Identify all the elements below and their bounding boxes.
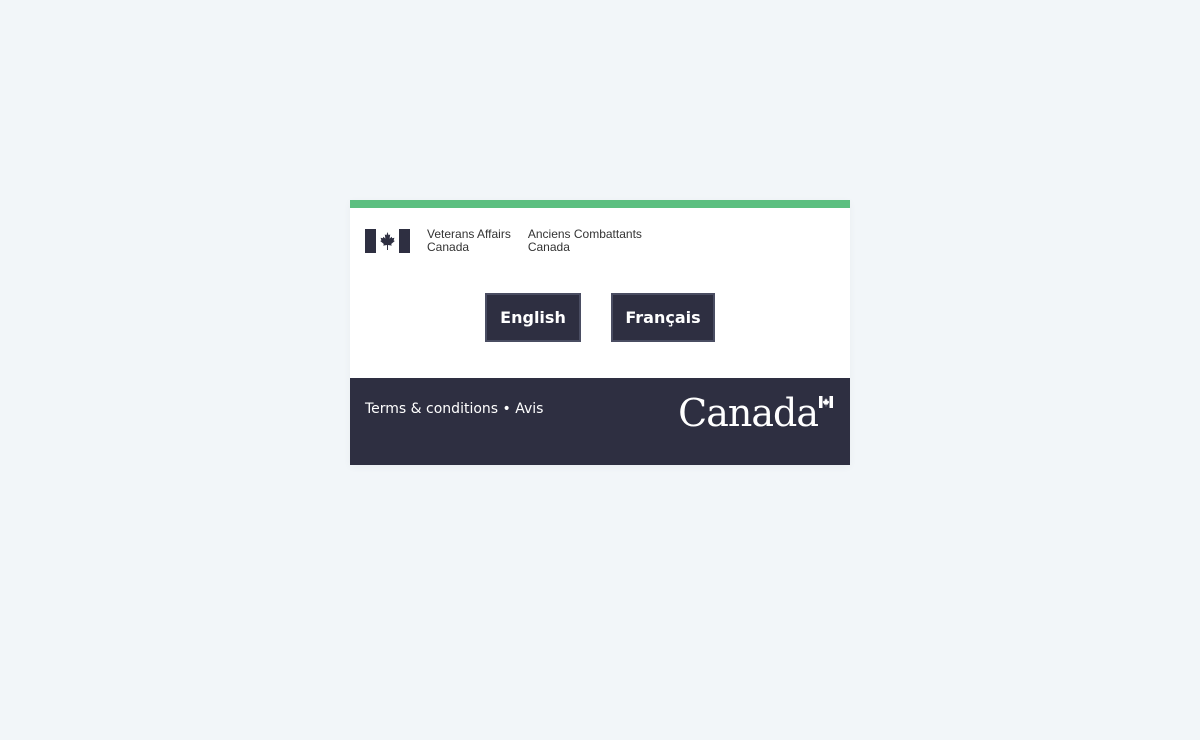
signature-french-line2: Canada xyxy=(527,240,570,254)
signature-english: Veterans Affairs Canada xyxy=(427,228,511,254)
signature-english-line2: Canada xyxy=(427,240,470,254)
government-signature: Veterans Affairs Canada Anciens Combatta… xyxy=(365,228,642,256)
footer-separator: • xyxy=(498,401,516,417)
footer-links: Terms & conditions • Avis xyxy=(365,401,543,417)
terms-conditions-link[interactable]: Terms & conditions xyxy=(365,401,498,417)
english-button[interactable]: English xyxy=(485,293,581,342)
french-button[interactable]: Français xyxy=(611,293,715,342)
signature-french: Anciens Combattants Canada xyxy=(528,228,642,254)
canada-flag-icon xyxy=(365,229,410,253)
canada-wordmark: Canada xyxy=(678,392,833,434)
footer: Terms & conditions • Avis Canada xyxy=(350,378,850,465)
language-splash-card: Veterans Affairs Canada Anciens Combatta… xyxy=(350,200,850,465)
avis-link[interactable]: Avis xyxy=(515,401,543,417)
language-buttons: English Français xyxy=(350,293,850,342)
canada-wordmark-flag-icon xyxy=(819,396,833,408)
canada-wordmark-text: Canada xyxy=(678,391,819,435)
accent-bar xyxy=(350,200,850,208)
